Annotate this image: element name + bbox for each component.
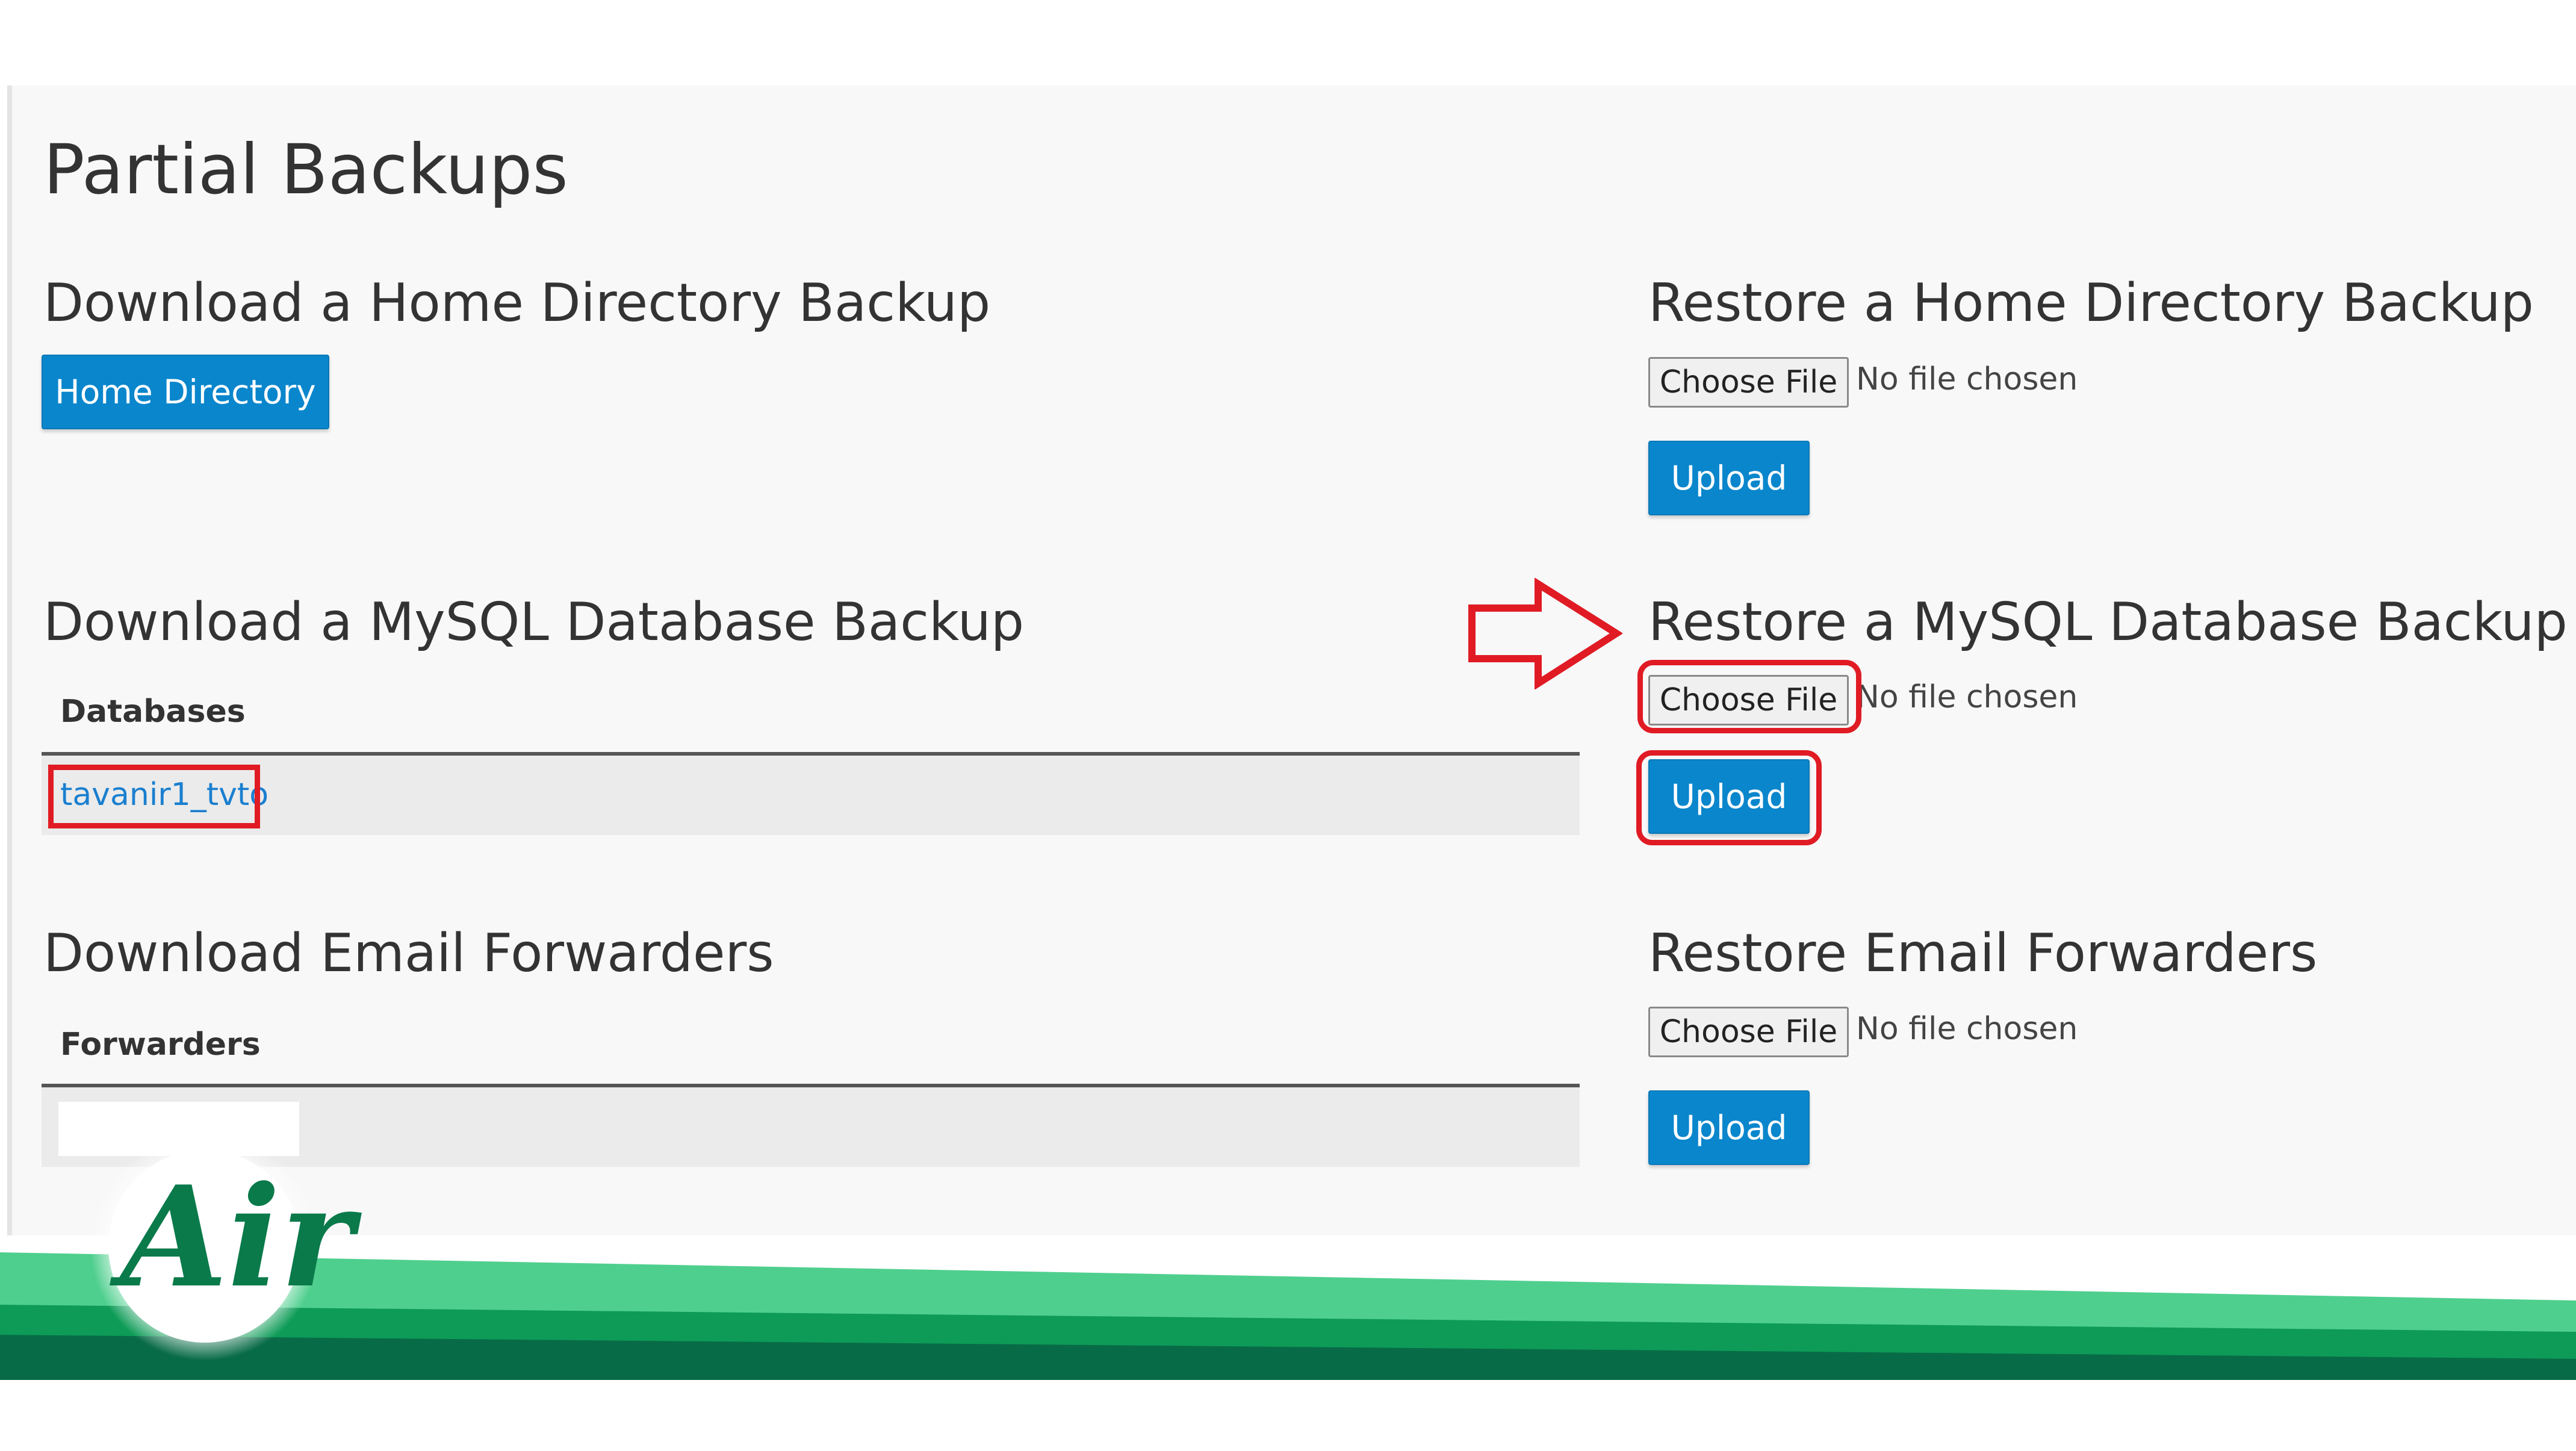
- page-title: Partial Backups: [43, 129, 568, 210]
- home-upload-button[interactable]: Upload: [1648, 441, 1810, 515]
- databases-column-header: Databases: [60, 694, 246, 730]
- mysql-no-file-text: No file chosen: [1856, 679, 2078, 715]
- forwarders-no-file-text: No file chosen: [1856, 1011, 2078, 1047]
- annotation-highlight-choose-file: [1637, 660, 1861, 733]
- table-row: [42, 756, 1580, 835]
- forwarders-choose-file-button[interactable]: Choose File: [1648, 1007, 1849, 1057]
- arrow-right-icon: [1468, 578, 1622, 689]
- home-directory-button[interactable]: Home Directory: [42, 355, 329, 429]
- forwarders-column-header: Forwarders: [60, 1027, 261, 1063]
- download-home-heading: Download a Home Directory Backup: [43, 272, 991, 334]
- home-choose-file-button[interactable]: Choose File: [1648, 357, 1849, 408]
- annotation-highlight-database: [48, 765, 260, 828]
- green-banner: [0, 1252, 2576, 1451]
- content-panel: [7, 85, 2576, 1235]
- download-forwarders-heading: Download Email Forwarders: [43, 922, 774, 984]
- air-logo-text: Air: [120, 1156, 354, 1319]
- panel-left-border: [7, 85, 12, 1235]
- air-logo: Air: [90, 1132, 353, 1361]
- download-mysql-heading: Download a MySQL Database Backup: [43, 591, 1025, 653]
- forwarders-upload-button[interactable]: Upload: [1648, 1090, 1810, 1165]
- restore-mysql-heading: Restore a MySQL Database Backup: [1648, 591, 2568, 653]
- annotation-highlight-upload: [1636, 750, 1822, 845]
- home-no-file-text: No file chosen: [1856, 361, 2078, 397]
- restore-forwarders-heading: Restore Email Forwarders: [1648, 922, 2318, 984]
- restore-home-heading: Restore a Home Directory Backup: [1648, 272, 2534, 334]
